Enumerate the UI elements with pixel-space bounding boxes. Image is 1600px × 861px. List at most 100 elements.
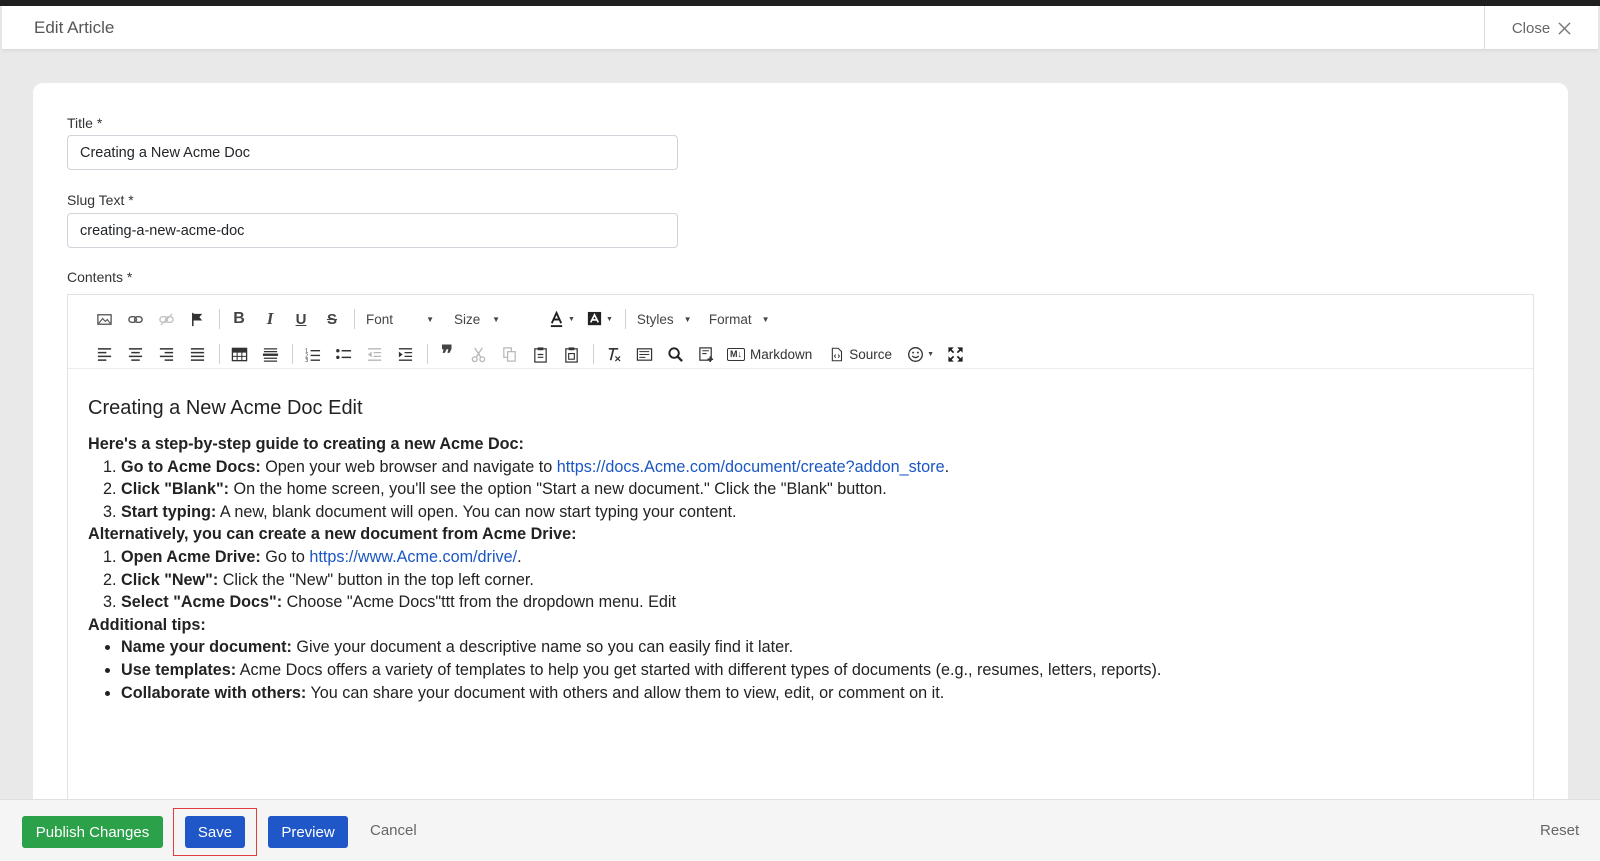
list-item: Name your document: Give your document a… bbox=[121, 636, 1508, 659]
horizontal-rule-button[interactable] bbox=[256, 341, 284, 367]
horizontal-rule-icon bbox=[262, 347, 278, 362]
slug-input[interactable] bbox=[67, 213, 678, 248]
find-button[interactable] bbox=[661, 341, 689, 367]
source-button[interactable]: Source bbox=[825, 341, 896, 367]
align-right-button[interactable] bbox=[152, 341, 180, 367]
copy-button[interactable] bbox=[495, 341, 523, 367]
close-button[interactable]: Close bbox=[1484, 6, 1598, 50]
anchor-button[interactable] bbox=[183, 306, 211, 332]
paste-button[interactable] bbox=[526, 341, 554, 367]
cut-button[interactable] bbox=[464, 341, 492, 367]
search-icon bbox=[667, 346, 683, 362]
markdown-icon: M↓ bbox=[727, 347, 745, 361]
increase-indent-button[interactable] bbox=[391, 341, 419, 367]
toolbar-separator bbox=[624, 309, 626, 329]
close-icon bbox=[1558, 21, 1571, 35]
styles-dropdown[interactable]: Styles ▼ bbox=[631, 306, 695, 332]
align-left-button[interactable] bbox=[90, 341, 118, 367]
insert-table-button[interactable] bbox=[225, 341, 253, 367]
insert-link-button[interactable] bbox=[121, 306, 149, 332]
content-intro: Here's a step-by-step guide to creating … bbox=[88, 435, 524, 453]
toolbar-separator bbox=[292, 344, 293, 364]
maximize-button[interactable] bbox=[941, 341, 969, 367]
markdown-button[interactable]: M↓ Markdown bbox=[723, 341, 816, 367]
bulleted-list-button[interactable] bbox=[329, 341, 357, 367]
insert-image-button[interactable] bbox=[90, 306, 118, 332]
templates-button[interactable] bbox=[692, 341, 720, 367]
show-blocks-button[interactable] bbox=[630, 341, 658, 367]
numbered-list-button[interactable]: 123 bbox=[298, 341, 326, 367]
outdent-icon bbox=[367, 347, 381, 361]
bold-button[interactable]: B bbox=[225, 306, 253, 332]
font-dropdown[interactable]: Font ▼ bbox=[360, 306, 440, 332]
preview-button[interactable]: Preview bbox=[268, 816, 348, 848]
title-input[interactable] bbox=[67, 135, 678, 170]
unlink-button[interactable] bbox=[152, 306, 180, 332]
background-color-icon bbox=[587, 311, 602, 325]
toolbar-separator bbox=[219, 344, 220, 364]
underline-button[interactable]: U bbox=[287, 306, 315, 332]
toolbar-separator bbox=[593, 344, 594, 364]
justify-button[interactable] bbox=[183, 341, 211, 367]
strikethrough-button[interactable]: S bbox=[318, 306, 346, 332]
align-justify-icon bbox=[190, 347, 204, 361]
chevron-down-icon: ▼ bbox=[761, 314, 770, 324]
italic-button[interactable]: I bbox=[256, 306, 284, 332]
list-item: Open Acme Drive: Go to https://www.Acme.… bbox=[121, 546, 1508, 569]
steps-list-1: Go to Acme Docs: Open your web browser a… bbox=[121, 456, 1508, 524]
toolbar-row-2: 123 ❞ M↓ Markdown Source ▼ bbox=[90, 341, 972, 367]
steps-list-2: Open Acme Drive: Go to https://www.Acme.… bbox=[121, 546, 1508, 614]
reset-button[interactable]: Reset bbox=[1540, 822, 1579, 839]
decrease-indent-button[interactable] bbox=[360, 341, 388, 367]
templates-icon bbox=[698, 346, 713, 362]
flag-icon bbox=[191, 312, 202, 326]
remove-format-button[interactable] bbox=[599, 341, 627, 367]
modal-header: Edit Article Close bbox=[2, 6, 1598, 50]
indent-icon bbox=[398, 347, 412, 361]
text-color-button[interactable]: ▼ bbox=[544, 306, 579, 332]
align-right-icon bbox=[159, 347, 173, 361]
publish-changes-button[interactable]: Publish Changes bbox=[22, 816, 163, 848]
list-item: Go to Acme Docs: Open your web browser a… bbox=[121, 456, 1508, 479]
page-title: Edit Article bbox=[34, 18, 115, 37]
format-dropdown[interactable]: Format ▼ bbox=[703, 306, 773, 332]
list-item: Select "Acme Docs": Choose "Acme Docs"tt… bbox=[121, 591, 1508, 614]
content-tips-intro: Additional tips: bbox=[88, 615, 206, 634]
copy-icon bbox=[502, 346, 516, 362]
toolbar-separator bbox=[354, 309, 355, 329]
docs-create-link[interactable]: https://docs.Acme.com/document/create?ad… bbox=[557, 458, 945, 476]
editor-content[interactable]: Creating a New Acme Doc Edit Here's a st… bbox=[88, 395, 1508, 704]
emoji-button[interactable]: ▼ bbox=[903, 341, 938, 367]
list-item: Click "New": Click the "New" button in t… bbox=[121, 569, 1508, 592]
drive-link[interactable]: https://www.Acme.com/drive/ bbox=[309, 548, 517, 566]
format-dropdown-label: Format bbox=[708, 311, 752, 327]
list-item: Start typing: A new, blank document will… bbox=[121, 501, 1508, 524]
chevron-down-icon: ▼ bbox=[568, 315, 575, 323]
font-dropdown-label: Font bbox=[366, 311, 394, 327]
save-button[interactable]: Save bbox=[185, 816, 245, 848]
tips-list: Name your document: Give your document a… bbox=[121, 636, 1508, 704]
align-center-icon bbox=[128, 347, 142, 361]
numbered-list-icon: 123 bbox=[304, 348, 320, 363]
title-label: Title * bbox=[67, 115, 103, 131]
chevron-down-icon: ▼ bbox=[683, 314, 692, 324]
source-code-icon bbox=[832, 347, 843, 361]
size-dropdown[interactable]: Size ▼ bbox=[448, 306, 506, 332]
unlink-icon bbox=[158, 312, 174, 326]
blockquote-button[interactable]: ❞ bbox=[433, 341, 461, 367]
content-heading: Creating a New Acme Doc Edit bbox=[88, 397, 363, 419]
toolbar-row-1: B I U S Font ▼ Size ▼ ▼ ▼ Styles ▼ Forma… bbox=[90, 306, 781, 332]
background-color-button[interactable]: ▼ bbox=[582, 306, 617, 332]
table-icon bbox=[231, 347, 247, 361]
list-item: Use templates: Acme Docs offers a variet… bbox=[121, 659, 1508, 682]
source-label: Source bbox=[849, 346, 893, 362]
content-alt-intro: Alternatively, you can create a new docu… bbox=[88, 525, 577, 544]
chevron-down-icon: ▼ bbox=[927, 350, 934, 358]
link-icon bbox=[127, 315, 143, 323]
svg-text:3: 3 bbox=[304, 358, 307, 363]
chevron-down-icon: ▼ bbox=[426, 314, 434, 324]
rich-text-editor: B I U S Font ▼ Size ▼ ▼ ▼ Styles ▼ Forma… bbox=[67, 294, 1534, 804]
cancel-button[interactable]: Cancel bbox=[370, 822, 417, 839]
align-center-button[interactable] bbox=[121, 341, 149, 367]
paste-plain-text-button[interactable] bbox=[557, 341, 585, 367]
